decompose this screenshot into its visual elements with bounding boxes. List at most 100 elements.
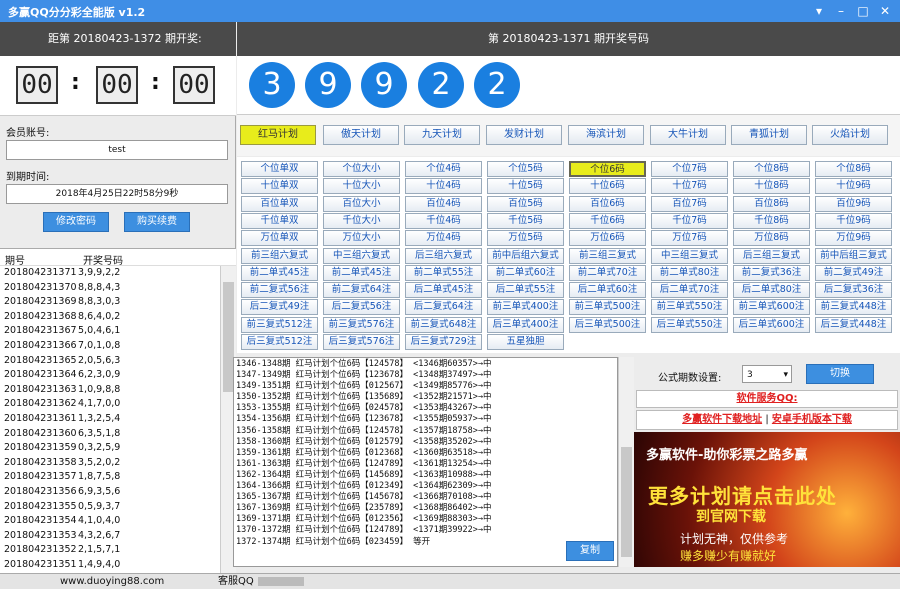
history-row[interactable]: 2018042313667,0,1,0,8 [0, 339, 220, 354]
history-row[interactable]: 2018042313646,2,3,0,9 [0, 368, 220, 383]
plan-option-button[interactable]: 十位大小 [323, 178, 400, 195]
plan-option-button[interactable]: 百位6码 [569, 195, 646, 212]
plan-option-button[interactable]: 后二复式64注 [405, 299, 482, 316]
plan-option-button[interactable]: 五星独胆 [487, 334, 564, 350]
plan-option-button[interactable]: 前中后组三复式 [815, 247, 892, 264]
plan-option-button[interactable]: 后三单式550注 [651, 316, 728, 333]
copy-button[interactable]: 复制 [566, 541, 614, 561]
plan-option-button[interactable]: 万位8码 [733, 230, 810, 247]
plan-option-button[interactable]: 百位9码 [815, 195, 892, 212]
plan-option-button[interactable]: 前二单式60注 [487, 264, 564, 281]
plan-option-button[interactable]: 中三组三复式 [651, 247, 728, 264]
plan-tab[interactable]: 九天计划 [404, 125, 480, 145]
plan-option-button[interactable]: 前二单式70注 [569, 264, 646, 281]
history-row[interactable]: 2018042313708,8,8,4,3 [0, 281, 220, 296]
plan-option-button[interactable]: 百位大小 [323, 195, 400, 212]
plan-option-button[interactable]: 前二单式45注 [323, 264, 400, 281]
plan-tab[interactable]: 发财计划 [486, 125, 562, 145]
plan-option-button[interactable]: 万位6码 [569, 230, 646, 247]
plan-option-button[interactable]: 前三复式448注 [815, 299, 892, 316]
plan-option-button[interactable]: 千位6码 [569, 212, 646, 229]
plan-option-button[interactable]: 十位8码 [733, 178, 810, 195]
plan-tab[interactable]: 大牛计划 [650, 125, 726, 145]
download-link[interactable]: 多赢软件下载地址 [682, 414, 762, 425]
history-row[interactable]: 2018042313631,0,9,8,8 [0, 383, 220, 398]
plan-option-button[interactable]: 千位4码 [405, 212, 482, 229]
plan-option-button[interactable]: 前二复式49注 [815, 264, 892, 281]
plan-option-button[interactable]: 后二单式60注 [569, 282, 646, 299]
plan-tab[interactable]: 傲天计划 [323, 125, 399, 145]
plan-option-button[interactable]: 个位6码 [569, 161, 646, 177]
ad-banner[interactable]: 多赢软件-助你彩票之路多赢 更多计划请点击此处 到官网下载 计划无神，仅供参考 … [634, 432, 900, 567]
history-row[interactable]: 2018042313566,9,3,5,6 [0, 485, 220, 500]
plan-option-button[interactable]: 个位单双 [241, 161, 318, 177]
plan-option-button[interactable]: 千位9码 [815, 212, 892, 229]
plan-option-button[interactable]: 后二复式56注 [323, 299, 400, 316]
plan-option-button[interactable]: 后二单式70注 [651, 282, 728, 299]
history-row[interactable]: 2018042313522,1,5,7,1 [0, 543, 220, 558]
history-list[interactable]: 2018042313713,9,9,2,2 2018042313708,8,8,4… [0, 266, 220, 573]
plan-tab[interactable]: 青狐计划 [731, 125, 807, 145]
history-row[interactable]: 2018042313606,3,5,1,8 [0, 427, 220, 442]
plan-option-button[interactable]: 前二单式45注 [241, 264, 318, 281]
log-scrollbar[interactable] [618, 357, 634, 567]
plan-option-button[interactable]: 前三复式648注 [405, 316, 482, 333]
history-row[interactable]: 2018042313511,4,9,4,0 [0, 558, 220, 573]
plan-tab[interactable]: 海滨计划 [568, 125, 644, 145]
plan-option-button[interactable]: 后二复式49注 [241, 299, 318, 316]
plan-option-button[interactable]: 万位大小 [323, 230, 400, 247]
history-row[interactable]: 2018042313624,1,7,0,0 [0, 397, 220, 412]
account-field[interactable]: test [6, 140, 228, 160]
android-link[interactable]: 安卓手机版本下载 [772, 414, 852, 425]
plan-option-button[interactable]: 万位4码 [405, 230, 482, 247]
plan-log[interactable]: 1346-1348期 红马计划个位6码【124578】 <1346期60357>… [233, 357, 618, 567]
period-select[interactable]: 3 ▾ [742, 365, 792, 383]
plan-option-button[interactable]: 百位单双 [241, 195, 318, 212]
history-row[interactable]: 2018042313550,5,9,3,7 [0, 500, 220, 515]
plan-option-button[interactable]: 后三组三复式 [733, 247, 810, 264]
plan-option-button[interactable]: 后三单式500注 [569, 316, 646, 333]
switch-button[interactable]: 切换 [806, 364, 874, 384]
plan-option-button[interactable]: 后三组六复式 [405, 247, 482, 264]
plan-option-button[interactable]: 后三单式600注 [733, 316, 810, 333]
plan-option-button[interactable]: 前二复式56注 [241, 282, 318, 299]
website-url[interactable]: www.duoying88.com [60, 574, 164, 589]
plan-option-button[interactable]: 中三组六复式 [323, 247, 400, 264]
plan-option-button[interactable]: 个位8码 [815, 161, 892, 177]
plan-option-button[interactable]: 个位大小 [323, 161, 400, 177]
history-row[interactable]: 2018042313652,0,5,6,3 [0, 354, 220, 369]
plan-option-button[interactable]: 个位5码 [487, 161, 564, 177]
plan-option-button[interactable]: 后三单式400注 [487, 316, 564, 333]
plan-option-button[interactable]: 百位5码 [487, 195, 564, 212]
close-button[interactable]: ✕ [874, 2, 896, 20]
plan-option-button[interactable]: 前中后组六复式 [487, 247, 564, 264]
plan-option-button[interactable]: 十位7码 [651, 178, 728, 195]
plan-option-button[interactable]: 前三组三复式 [569, 247, 646, 264]
plan-option-button[interactable]: 前三复式576注 [323, 316, 400, 333]
plan-option-button[interactable]: 千位7码 [651, 212, 728, 229]
plan-option-button[interactable]: 万位7码 [651, 230, 728, 247]
history-row[interactable]: 2018042313544,1,0,4,0 [0, 514, 220, 529]
plan-option-button[interactable]: 前二单式55注 [405, 264, 482, 281]
plan-option-button[interactable]: 十位4码 [405, 178, 482, 195]
maximize-button[interactable]: □ [852, 2, 874, 20]
plan-option-button[interactable]: 万位单双 [241, 230, 318, 247]
history-row[interactable]: 2018042313611,3,2,5,4 [0, 412, 220, 427]
plan-option-button[interactable]: 后三复式448注 [815, 316, 892, 333]
history-row[interactable]: 2018042313590,3,2,5,9 [0, 441, 220, 456]
history-row[interactable]: 2018042313534,3,2,6,7 [0, 529, 220, 544]
plan-option-button[interactable]: 十位5码 [487, 178, 564, 195]
scroll-thumb[interactable] [621, 447, 632, 557]
plan-option-button[interactable]: 万位9码 [815, 230, 892, 247]
plan-option-button[interactable]: 百位7码 [651, 195, 728, 212]
buy-button[interactable]: 购买续费 [124, 212, 190, 232]
history-row[interactable]: 2018042313675,0,4,6,1 [0, 324, 220, 339]
plan-option-button[interactable]: 前二单式80注 [651, 264, 728, 281]
history-row[interactable]: 2018042313713,9,9,2,2 [0, 266, 220, 281]
plan-option-button[interactable]: 前三单式600注 [733, 299, 810, 316]
plan-option-button[interactable]: 后二单式45注 [405, 282, 482, 299]
plan-option-button[interactable]: 十位6码 [569, 178, 646, 195]
menu-icon[interactable]: ▾ [808, 2, 830, 20]
plan-option-button[interactable]: 十位9码 [815, 178, 892, 195]
plan-option-button[interactable]: 个位8码 [733, 161, 810, 177]
